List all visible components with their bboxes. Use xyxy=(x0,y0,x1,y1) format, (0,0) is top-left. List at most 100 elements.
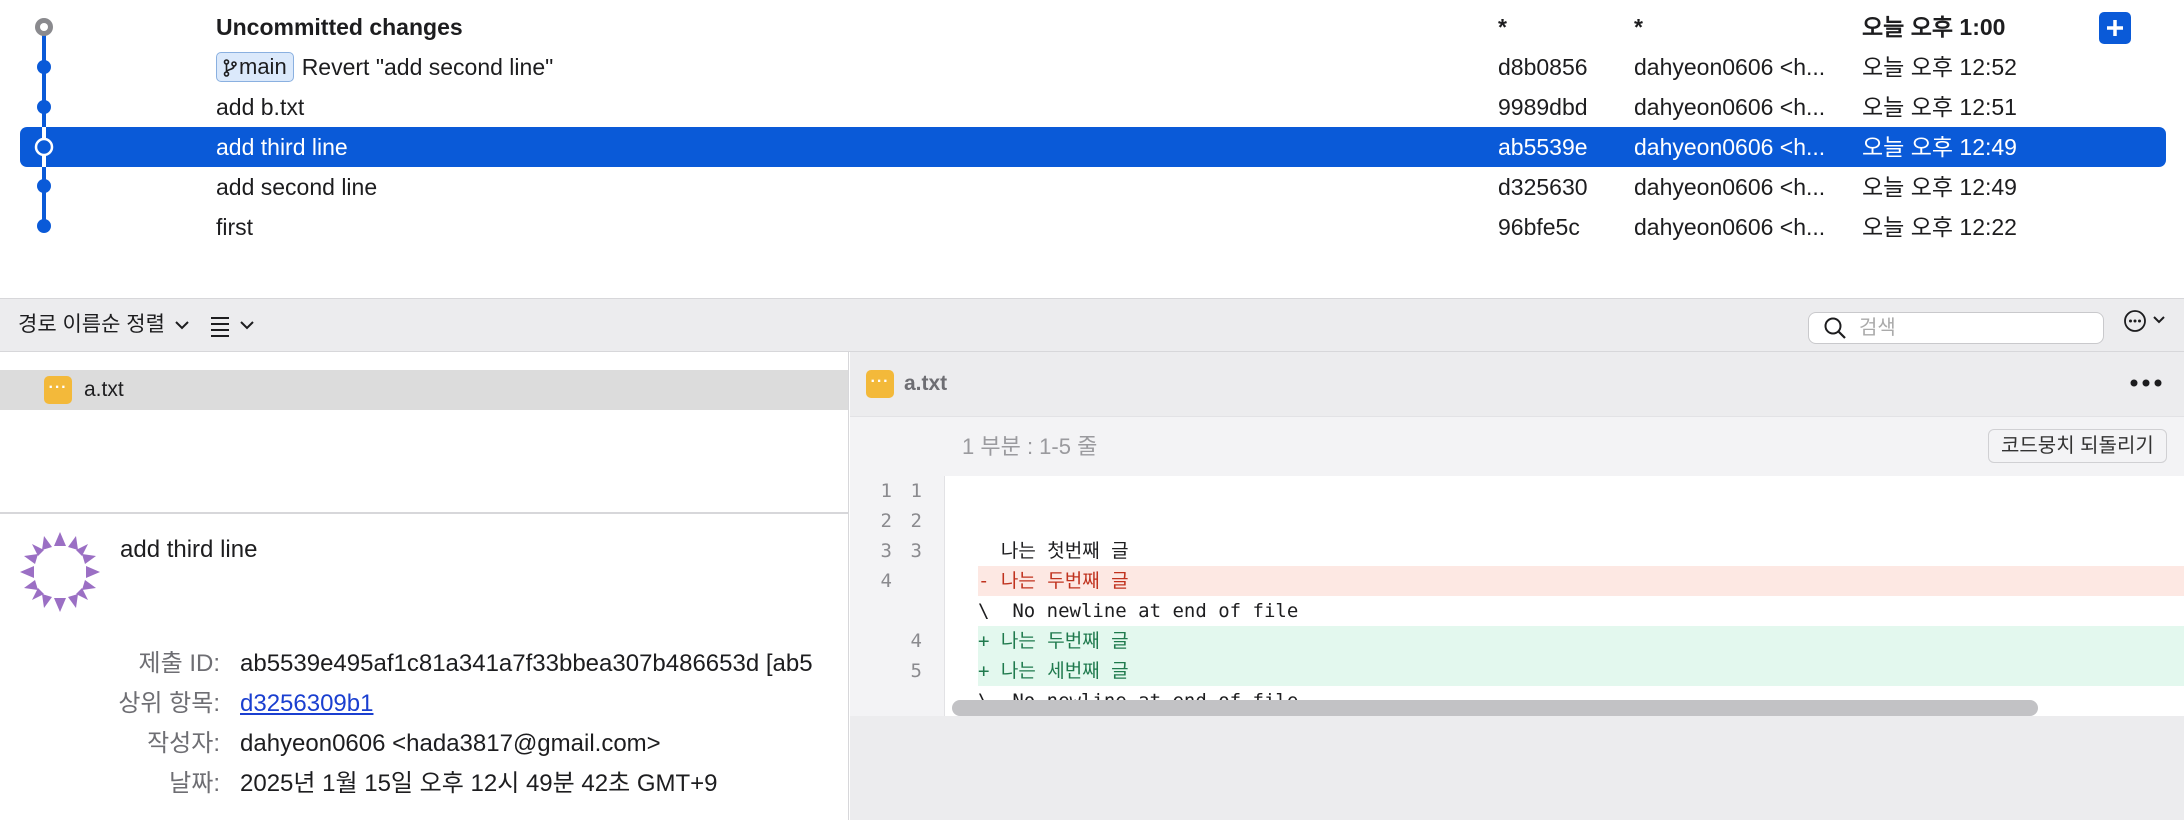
hunk-label: 1 부분 : 1-5 줄 xyxy=(962,434,1098,459)
commit-date: 오늘 오후 12:51 xyxy=(1862,94,2017,120)
commit-author: dahyeon0606 <h... xyxy=(1634,94,1826,120)
ellipsis-circle-icon xyxy=(2124,310,2165,332)
detail-label: 상위 항목: xyxy=(118,690,220,717)
more-icon[interactable] xyxy=(2126,370,2166,396)
commit-row[interactable]: add second line d325630 dahyeon0606 <h..… xyxy=(20,167,2166,207)
commit-author: dahyeon0606 <h... xyxy=(1634,214,1826,240)
parent-commit-link[interactable]: d3256309b1 xyxy=(240,690,373,717)
commit-row[interactable]: first 96bfe5c dahyeon0606 <h... 오늘 오후 12… xyxy=(20,207,2166,247)
detail-label: 작성자: xyxy=(147,730,220,757)
diff-line-added: 5 + 나는 세번째 글 xyxy=(850,656,2184,686)
new-line-number: 2 xyxy=(910,510,922,532)
commit-date: 오늘 오후 12:52 xyxy=(1862,54,2017,80)
branch-tag-main[interactable]: main xyxy=(216,51,294,82)
avatar xyxy=(20,532,100,612)
diff-line-removed: 4 - 나는 두번째 글 xyxy=(850,566,2184,596)
old-line-number xyxy=(872,686,892,716)
file-name: a.txt xyxy=(84,378,124,401)
diff-panel: ··· a.txt 1 부분 : 1-5 줄 코드뭉치 되돌리기 1 1 2 2… xyxy=(850,352,2184,820)
search-icon xyxy=(1824,317,1846,339)
old-line-number: 3 xyxy=(880,540,892,562)
search-box[interactable] xyxy=(1808,312,2104,344)
commit-message: Uncommitted changes xyxy=(216,14,463,40)
detail-label: 제출 ID: xyxy=(138,650,221,677)
commit-list: Uncommitted changes * * 오늘 오후 1:00 main R… xyxy=(0,0,2184,298)
commit-message-cell: main Revert "add second line" xyxy=(216,47,553,87)
commit-row[interactable]: main Revert "add second line" d8b0856 dah… xyxy=(20,47,2166,87)
horizontal-scrollbar[interactable] xyxy=(952,700,2038,716)
commit-author: dahyeon0606 <h... xyxy=(1634,134,1826,160)
commit-message: add b.txt xyxy=(216,94,305,120)
old-line-number: 1 xyxy=(880,480,892,502)
graph-node-selected[interactable] xyxy=(34,137,54,157)
commit-author: dahyeon0606 <h... xyxy=(1634,54,1826,80)
commit-row[interactable]: add b.txt 9989dbd dahyeon0606 <h... 오늘 오… xyxy=(20,87,2166,127)
commit-hash: 96bfe5c xyxy=(1498,214,1580,240)
line-text: \ No newline at end of file xyxy=(978,600,1299,622)
commit-row[interactable]: Uncommitted changes * * 오늘 오후 1:00 xyxy=(20,7,2166,47)
commit-hash: d325630 xyxy=(1498,174,1588,200)
detail-row-id: 제출 ID: ab5539e495af1c81a341a7f33bbea307b… xyxy=(0,646,848,682)
branch-label: main xyxy=(239,53,287,79)
more-options-menu[interactable] xyxy=(2122,309,2172,339)
line-text: + 나는 세번째 글 xyxy=(978,660,1129,682)
new-line-number xyxy=(902,686,922,716)
revert-hunk-button[interactable]: 코드뭉치 되돌리기 xyxy=(1988,429,2167,463)
date-value: 2025년 1월 15일 오후 12시 49분 42초 GMT+9 xyxy=(240,770,718,797)
commit-date: 오늘 오후 1:00 xyxy=(1862,14,2006,40)
plus-icon xyxy=(2107,20,2123,36)
detail-row-author: 작성자: dahyeon0606 <hada3817@gmail.com> xyxy=(0,726,848,762)
commit-message: Revert "add second line" xyxy=(301,54,554,80)
detail-row-parent: 상위 항목: d3256309b1 xyxy=(0,686,848,722)
commit-date: 오늘 오후 12:49 xyxy=(1862,134,2017,160)
list-icon xyxy=(211,317,254,337)
hunk-header: 1 부분 : 1-5 줄 코드뭉치 되돌리기 xyxy=(850,416,2184,477)
list-view-menu[interactable] xyxy=(210,311,260,339)
new-line-number: 3 xyxy=(910,540,922,562)
commit-author: * xyxy=(1634,14,1643,40)
commit-message: add second line xyxy=(216,174,378,200)
line-text: 나는 첫번째 글 xyxy=(978,540,1129,562)
diff-line: 2 2 xyxy=(850,506,2184,536)
commit-id-value: ab5539e495af1c81a341a7f33bbea307b486653d… xyxy=(240,650,813,677)
diff-line-added: 4 + 나는 두번째 글 xyxy=(850,626,2184,656)
file-toolbar: 경로 이름순 정렬 xyxy=(0,298,2184,352)
branch-icon xyxy=(223,59,237,77)
sort-menu[interactable]: 경로 이름순 정렬 xyxy=(18,299,189,351)
commit-detail-title: add third line xyxy=(120,536,258,563)
line-text: - 나는 두번째 글 xyxy=(978,570,1129,592)
diff-header: ··· a.txt xyxy=(850,352,2184,416)
commit-date: 오늘 오후 12:49 xyxy=(1862,174,2017,200)
detail-label: 날짜: xyxy=(169,770,220,797)
diff-line: 3 3 나는 첫번째 글 xyxy=(850,536,2184,566)
commit-message: add third line xyxy=(216,134,348,160)
commit-row-selected[interactable]: add third line ab5539e dahyeon0606 <h...… xyxy=(20,127,2166,167)
modified-icon: ··· xyxy=(44,376,72,404)
file-list-panel: ··· a.txt add third line 제출 ID: ab5539e4… xyxy=(0,352,849,820)
commit-hash: 9989dbd xyxy=(1498,94,1588,120)
old-line-number: 4 xyxy=(880,570,892,592)
commit-date: 오늘 오후 12:22 xyxy=(1862,214,2017,240)
new-line-number xyxy=(902,566,922,596)
commit-message: first xyxy=(216,214,254,240)
old-line-number xyxy=(872,596,892,626)
commit-hash: * xyxy=(1498,14,1507,40)
sort-menu-label: 경로 이름순 정렬 xyxy=(18,313,165,336)
diff-view: 1 1 2 2 3 3 나는 첫번째 글 4 - 나는 두번째 글 \ No n… xyxy=(850,476,2184,716)
divider xyxy=(0,512,848,514)
old-line-number xyxy=(872,656,892,686)
line-text: + 나는 두번째 글 xyxy=(978,630,1129,652)
old-line-number xyxy=(872,626,892,656)
add-button[interactable] xyxy=(2099,12,2131,44)
detail-row-date: 날짜: 2025년 1월 15일 오후 12시 49분 42초 GMT+9 xyxy=(0,766,848,802)
commit-hash: ab5539e xyxy=(1498,134,1588,160)
new-line-number xyxy=(902,596,922,626)
new-line-number: 4 xyxy=(910,630,922,652)
search-input[interactable] xyxy=(1859,313,2089,343)
file-list-item[interactable]: ··· a.txt xyxy=(0,370,848,410)
modified-icon: ··· xyxy=(866,370,894,398)
chevron-down-icon xyxy=(175,321,189,330)
commit-hash: d8b0856 xyxy=(1498,54,1588,80)
diff-file-name: a.txt xyxy=(904,372,948,395)
diff-line-meta: \ No newline at end of file xyxy=(850,596,2184,626)
